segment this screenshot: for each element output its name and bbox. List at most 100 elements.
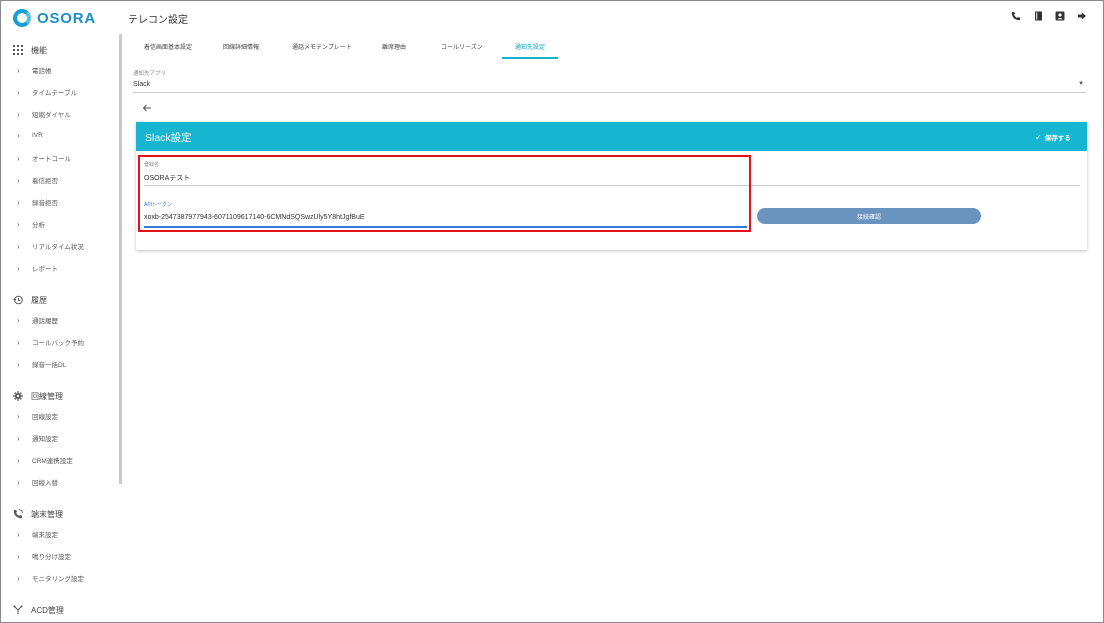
chevron-right-icon: ›	[17, 175, 20, 185]
save-button[interactable]: ✓ 保存する	[1035, 132, 1071, 143]
sidebar-section-history[interactable]: 履歴	[12, 294, 47, 306]
sidebar-item-label: 端末設定	[32, 532, 58, 539]
notify-app-label: 通知先アプリ	[133, 71, 167, 77]
sidebar-section-label: 機能	[31, 45, 47, 55]
sidebar-item-notify-settings[interactable]: › 通知設定	[17, 433, 58, 444]
sidebar-item-call-block[interactable]: › 着信拒否	[17, 175, 58, 186]
tab-line-details[interactable]: 回線詳細情報	[223, 42, 259, 51]
connect-check-button[interactable]: 接続確認	[757, 208, 981, 224]
sidebar-item-label: レポート	[32, 266, 58, 273]
check-icon: ✓	[1035, 132, 1042, 142]
logo[interactable]: OSORA	[13, 9, 96, 27]
chevron-right-icon: ›	[17, 433, 20, 443]
chevron-right-icon: ›	[17, 359, 20, 369]
sidebar-section-label: 回線管理	[31, 391, 63, 401]
sidebar-item-record-download[interactable]: › 録音一括DL	[17, 359, 67, 370]
sidebar-item-label: リアルタイム状況	[32, 244, 84, 251]
chevron-right-icon: ›	[17, 477, 20, 487]
select-underline	[133, 92, 1086, 93]
sidebar-item-device-settings[interactable]: › 端末設定	[17, 529, 58, 540]
annotation-highlight-box	[138, 155, 751, 232]
sidebar-item-autocall[interactable]: › オートコール	[17, 153, 71, 164]
sidebar-item-label: オートコール	[32, 156, 71, 163]
sidebar-item-ring-settings[interactable]: › 鳴り分け設定	[17, 551, 71, 562]
sidebar-item-crm-settings[interactable]: › CRM連携設定	[17, 455, 73, 466]
chevron-right-icon: ›	[17, 455, 20, 465]
chevron-right-icon: ›	[17, 65, 20, 75]
sidebar-item-label: IVR	[32, 132, 43, 139]
sidebar-item-label: 録音一括DL	[32, 362, 67, 369]
tab-notify-destination[interactable]: 通知先設定	[515, 42, 545, 51]
sidebar-section-device-management[interactable]: 端末管理	[12, 508, 63, 520]
sidebar-item-call-history[interactable]: › 通話履歴	[17, 315, 58, 326]
tab-away-reason[interactable]: 離席理由	[382, 42, 406, 51]
sidebar-item-report[interactable]: › レポート	[17, 263, 58, 274]
sidebar-section-label: 端末管理	[31, 509, 63, 519]
contact-icon[interactable]	[1055, 11, 1065, 21]
card-header: Slack設定 ✓ 保存する	[136, 122, 1087, 151]
sidebar-item-label: 通話履歴	[32, 318, 58, 325]
sidebar-item-line-settings[interactable]: › 回線設定	[17, 411, 58, 422]
tab-call-memo-template[interactable]: 通話メモテンプレート	[292, 42, 352, 51]
sidebar-item-label: モニタリング設定	[32, 576, 84, 583]
history-icon	[12, 294, 24, 306]
sidebar-item-phonebook[interactable]: › 電話帳	[17, 65, 52, 76]
sidebar-item-monitoring-settings[interactable]: › モニタリング設定	[17, 573, 84, 584]
sidebar-item-timetable[interactable]: › タイムテーブル	[17, 87, 77, 98]
top-header: テレコン設定	[120, 1, 1103, 33]
tab-incoming-basic[interactable]: 着信画面基本設定	[144, 42, 192, 51]
chevron-right-icon: ›	[17, 315, 20, 325]
sidebar-item-analysis[interactable]: › 分析	[17, 219, 45, 230]
osora-logo-icon	[13, 9, 31, 27]
chevron-right-icon: ›	[17, 551, 20, 561]
chevron-right-icon: ›	[17, 337, 20, 347]
save-button-label: 保存する	[1044, 135, 1071, 142]
chevron-right-icon: ›	[17, 241, 20, 251]
page-title: テレコン設定	[128, 15, 188, 26]
sidebar-section-line-management[interactable]: 回線管理	[12, 390, 63, 402]
logo-text: OSORA	[37, 9, 97, 27]
sidebar-section-acd-management[interactable]: ACD管理	[12, 604, 64, 616]
sidebar-item-label: 短縮ダイヤル	[32, 112, 71, 119]
sidebar-item-line-swap[interactable]: › 回線入替	[17, 477, 58, 488]
sidebar-item-label: 録音拒否	[32, 200, 58, 207]
sidebar-item-label: 鳴り分け設定	[32, 554, 71, 561]
tab-call-reason[interactable]: コールリーズン	[441, 42, 483, 51]
sidebar-section-label: ACD管理	[31, 605, 64, 615]
sidebar-item-callback[interactable]: › コールバック予約	[17, 337, 84, 348]
book-icon[interactable]	[1033, 11, 1043, 21]
sidebar-item-realtime[interactable]: › リアルタイム状況	[17, 241, 84, 252]
card-title: Slack設定	[145, 132, 192, 144]
sidebar-item-label: 通知設定	[32, 436, 58, 443]
sidebar-item-ivr[interactable]: › IVR	[17, 131, 43, 140]
chevron-right-icon: ›	[17, 573, 20, 583]
sidebar-item-speed-dial[interactable]: › 短縮ダイヤル	[17, 109, 71, 120]
chevron-right-icon: ›	[17, 529, 20, 539]
sidebar-item-label: 回線設定	[32, 414, 58, 421]
active-tab-indicator	[502, 57, 558, 59]
phone-icon	[12, 508, 24, 520]
phone-icon[interactable]	[1011, 11, 1021, 21]
sidebar-item-label: 回線入替	[32, 480, 58, 487]
chevron-right-icon: ›	[17, 411, 20, 421]
sidebar-item-label: コールバック予約	[32, 340, 84, 347]
sidebar-section-label: 履歴	[31, 295, 47, 305]
chevron-right-icon: ›	[17, 109, 20, 119]
notify-app-select[interactable]: Slack	[133, 81, 150, 88]
chevron-right-icon: ›	[17, 87, 20, 97]
chevron-right-icon: ›	[17, 153, 20, 163]
sidebar-item-label: タイムテーブル	[32, 90, 77, 97]
back-arrow-icon[interactable]	[142, 103, 152, 116]
sidebar-section-functions[interactable]: 機能	[12, 44, 47, 56]
chevron-right-icon: ›	[17, 219, 20, 229]
sidebar-item-label: 電話帳	[32, 68, 52, 75]
dropdown-caret-icon[interactable]: ▼	[1078, 81, 1084, 87]
grid-icon	[12, 44, 24, 56]
main-content: 着信画面基本設定 回線詳細情報 通話メモテンプレート 離席理由 コールリーズン …	[122, 33, 1103, 622]
sidebar: OSORA 機能 › 電話帳 › タイムテーブル › 短縮ダイヤル › IVR › オート…	[1, 1, 120, 622]
sidebar-item-label: CRM連携設定	[32, 458, 73, 465]
chevron-right-icon: ›	[17, 263, 20, 273]
sidebar-item-record-block[interactable]: › 録音拒否	[17, 197, 58, 208]
chevron-right-icon: ›	[17, 197, 20, 207]
logout-icon[interactable]	[1077, 11, 1087, 21]
